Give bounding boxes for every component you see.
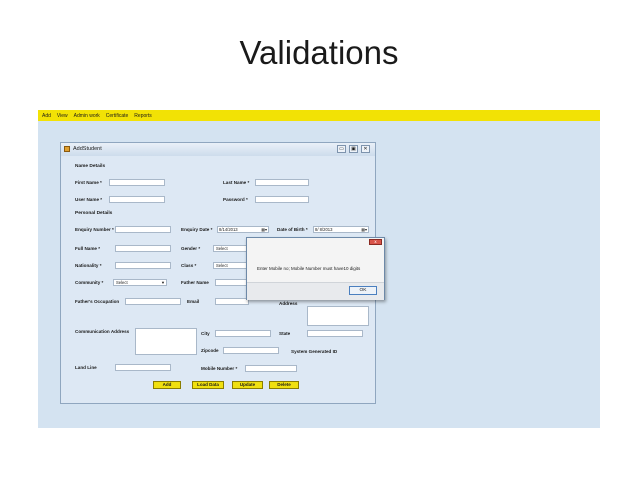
enquiry-date-picker[interactable]: 8/14/2013 ▦▾ [217,226,269,233]
minimize-button[interactable]: ▭ [337,145,346,153]
user-name-label: User Name * [75,197,103,202]
mobile-number-field[interactable] [245,365,297,372]
password-field[interactable] [255,196,309,203]
state-label: State [279,331,291,336]
nationality-label: Nationality * [75,263,102,268]
email-label: Email [187,299,200,304]
enquiry-date-value: 8/14/2013 [219,227,238,232]
enquiry-date-label: Enquiry Date * [181,227,213,232]
first-name-field[interactable] [109,179,165,186]
city-label: City [201,331,210,336]
maximize-button[interactable]: ▣ [349,145,358,153]
menu-item-certificate[interactable]: Certificate [106,113,129,119]
window-title-bar[interactable]: AddStudent ▭ ▣ ✕ [61,143,375,156]
zipcode-field[interactable] [223,347,279,354]
menu-item-reports[interactable]: Reports [134,113,152,119]
section-personal-details: Personal Details [75,211,113,216]
father-name-label: Father Name [181,280,209,285]
mobile-number-label: Mobile Number * [201,366,238,371]
land-line-label: Land Line [75,365,97,370]
full-name-label: Full Name * [75,246,101,251]
class-selected: Select [216,263,228,268]
dialog-message: Enter Mobile no; Mobile Number must have… [257,266,361,271]
slide-title: Validations [239,34,399,71]
zipcode-label: Zipcode [201,348,219,353]
class-label: Class * [181,263,197,268]
password-label: Password * [223,197,248,202]
last-name-label: Last Name * [223,180,250,185]
state-field[interactable] [307,330,363,337]
city-field[interactable] [215,330,271,337]
date-of-birth-label: Date of Birth * [277,227,308,232]
communication-address-textarea[interactable] [135,328,197,355]
close-window-button[interactable]: ✕ [361,145,370,153]
validation-dialog: x Enter Mobile no; Mobile Number must ha… [246,237,385,300]
delete-button[interactable]: Delete [269,381,299,389]
full-name-field[interactable] [115,245,171,252]
section-name-details: Name Details [75,164,106,169]
load-data-button[interactable]: Load Data [192,381,224,389]
app-screenshot: Add View Admin work Certificate Reports … [38,110,600,428]
ok-button[interactable]: OK [349,286,377,295]
user-name-field[interactable] [109,196,165,203]
fathers-occupation-field[interactable] [125,298,181,305]
community-selected: Select [116,280,128,285]
father-name-field[interactable] [215,279,249,286]
email-field[interactable] [215,298,249,305]
nationality-field[interactable] [115,262,171,269]
app-icon [64,146,70,152]
date-of-birth-picker[interactable]: 8/ 8/2013 ▦▾ [313,226,369,233]
system-generated-id-label: System Generated ID [291,349,338,354]
menu-bar: Add View Admin work Certificate Reports [38,110,600,121]
add-button[interactable]: Add [153,381,181,389]
community-select[interactable]: Select ▼ [113,279,167,286]
land-line-field[interactable] [115,364,171,371]
menu-item-add[interactable]: Add [42,113,51,119]
update-button[interactable]: Update [232,381,263,389]
community-label: Community * [75,280,104,285]
gender-label: Gender * [181,246,201,251]
address-label: Address [279,301,298,306]
chevron-down-icon[interactable]: ▼ [161,280,165,285]
dialog-close-button[interactable]: x [369,239,382,245]
enquiry-number-field[interactable] [115,226,171,233]
gender-selected: Select [216,246,228,251]
communication-address-label: Communication Address [75,329,130,334]
calendar-icon[interactable]: ▦▾ [261,227,267,232]
calendar-icon[interactable]: ▦▾ [361,227,367,232]
window-title: AddStudent [73,146,102,152]
menu-item-admin-work[interactable]: Admin work [74,113,100,119]
address-textarea[interactable] [307,306,369,326]
last-name-field[interactable] [255,179,309,186]
first-name-label: First Name * [75,180,102,185]
menu-item-view[interactable]: View [57,113,68,119]
fathers-occupation-label: Father's Occupation [75,299,120,304]
date-of-birth-value: 8/ 8/2013 [315,227,333,232]
enquiry-number-label: Enquiry Number * [75,227,114,232]
